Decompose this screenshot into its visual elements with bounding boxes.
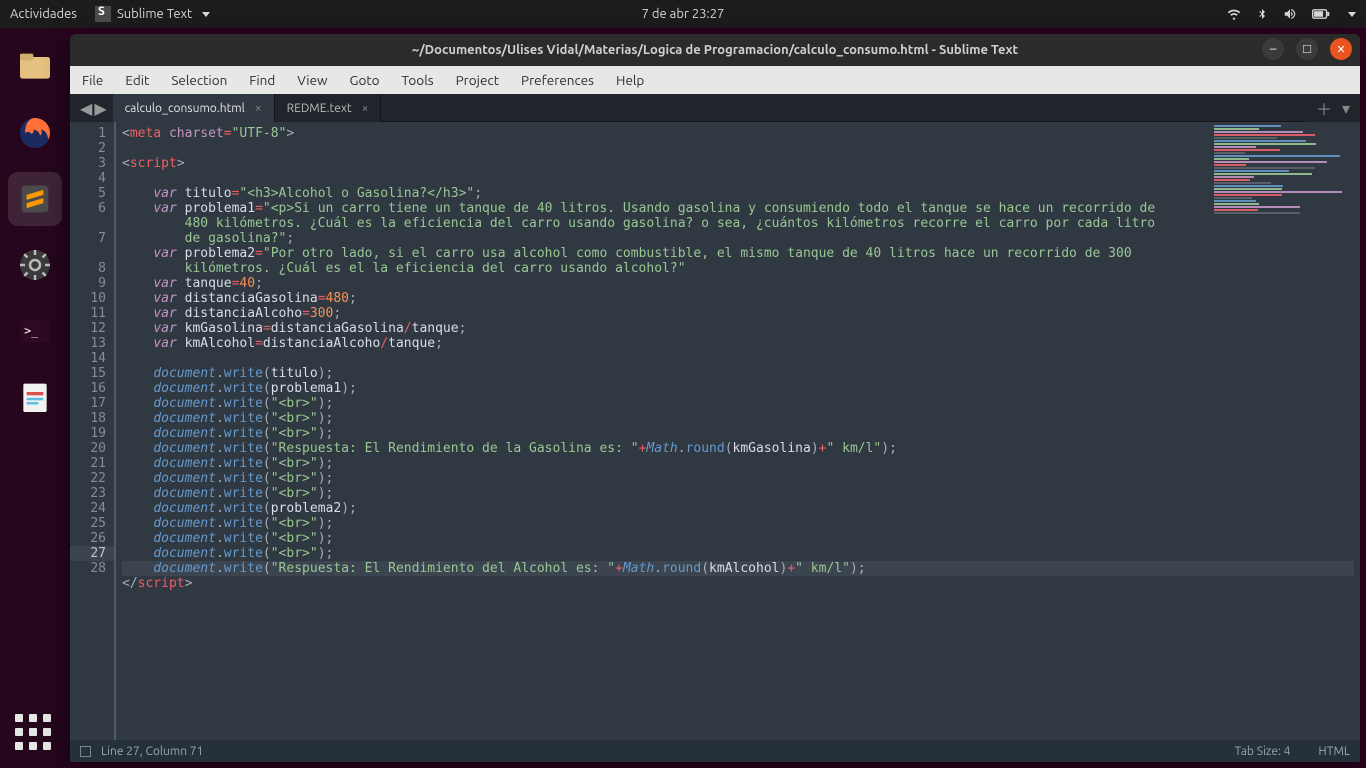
menu-tools[interactable]: Tools (402, 72, 434, 88)
close-icon[interactable]: × (255, 102, 262, 115)
tabbar: ◀ ▶ calculo_consumo.html × REDME.text × ＋ ▾ (70, 94, 1360, 122)
dock-show-applications[interactable] (15, 714, 55, 754)
sublime-window: ~/Documentos/Ulises Vidal/Materias/Logic… (70, 34, 1360, 762)
volume-icon (1282, 7, 1298, 21)
status-panel-toggle-icon[interactable] (80, 746, 91, 757)
activities-button[interactable]: Actividades (10, 7, 77, 21)
menu-edit[interactable]: Edit (125, 72, 149, 88)
menu-preferences[interactable]: Preferences (521, 72, 594, 88)
tab-label: REDME.text (287, 102, 352, 115)
status-tabsize[interactable]: Tab Size: 4 (1235, 745, 1291, 758)
status-cursor: Line 27, Column 71 (101, 745, 203, 758)
menu-project[interactable]: Project (456, 72, 499, 88)
svg-text:>_: >_ (24, 323, 39, 337)
app-menu-label: Sublime Text (117, 7, 192, 21)
tab-label: calculo_consumo.html (125, 102, 245, 115)
dock-item-terminal[interactable]: >_ (8, 304, 62, 358)
sublime-icon (95, 6, 111, 22)
window-maximize-button[interactable]: ☐ (1296, 38, 1318, 60)
status-syntax[interactable]: HTML (1318, 745, 1350, 758)
menu-find[interactable]: Find (249, 72, 275, 88)
wifi-icon (1226, 7, 1242, 21)
window-titlebar[interactable]: ~/Documentos/Ulises Vidal/Materias/Logic… (70, 34, 1360, 66)
chevron-down-icon (202, 12, 210, 17)
chevron-down-icon (1348, 12, 1356, 17)
tab-redme-text[interactable]: REDME.text × (275, 94, 382, 122)
system-tray[interactable] (1226, 7, 1356, 21)
dock-item-settings[interactable] (8, 238, 62, 292)
app-menu[interactable]: Sublime Text (95, 6, 210, 22)
battery-icon (1312, 8, 1330, 20)
tab-calculo_consumo-html[interactable]: calculo_consumo.html × (113, 94, 275, 122)
statusbar: Line 27, Column 71 Tab Size: 4 HTML (70, 740, 1360, 762)
bluetooth-icon (1256, 7, 1268, 21)
tab-history-forward[interactable]: ▶ (94, 99, 106, 118)
editor-area[interactable]: 1234567891011121314151617181920212223242… (70, 122, 1360, 740)
dock-item-sublime[interactable] (8, 172, 62, 226)
menu-goto[interactable]: Goto (350, 72, 380, 88)
dock-item-firefox[interactable] (8, 106, 62, 160)
menu-file[interactable]: File (82, 72, 103, 88)
menu-help[interactable]: Help (616, 72, 644, 88)
ubuntu-dock: >_ (0, 28, 70, 768)
new-tab-button[interactable]: ＋ (1316, 96, 1332, 120)
gutter: 1234567891011121314151617181920212223242… (70, 122, 116, 740)
window-minimize-button[interactable]: ─ (1262, 38, 1284, 60)
minimap[interactable] (1208, 124, 1358, 214)
dock-item-files[interactable] (8, 40, 62, 94)
dock-item-evince[interactable] (8, 370, 62, 424)
menu-view[interactable]: View (297, 72, 327, 88)
window-title: ~/Documentos/Ulises Vidal/Materias/Logic… (412, 43, 1018, 57)
window-close-button[interactable]: ✕ (1330, 38, 1352, 60)
menubar: File Edit Selection Find View Goto Tools Projec… (70, 66, 1360, 94)
panel-clock[interactable]: 7 de abr 23:27 (642, 7, 725, 21)
code-view[interactable]: <meta charset="UTF-8"><script> var titul… (116, 122, 1360, 740)
menu-selection[interactable]: Selection (171, 72, 227, 88)
gnome-top-panel: Actividades Sublime Text 7 de abr 23:27 (0, 0, 1366, 28)
tab-dropdown-button[interactable]: ▾ (1342, 99, 1350, 118)
close-icon[interactable]: × (362, 102, 369, 115)
tab-history-back[interactable]: ◀ (80, 99, 92, 118)
